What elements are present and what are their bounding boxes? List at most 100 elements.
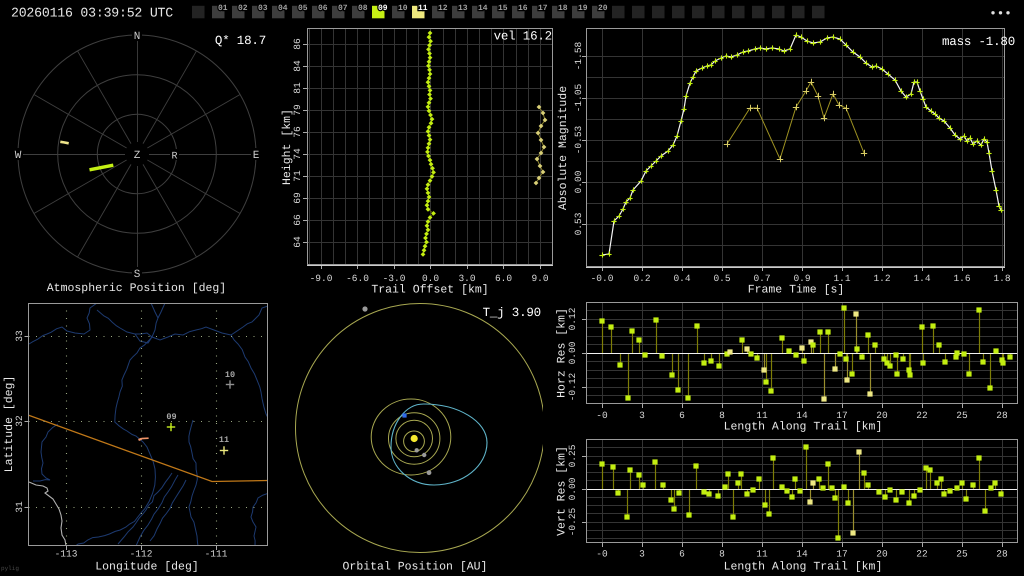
svg-text:20260116 03:39:52 UTC: 20260116 03:39:52 UTC	[11, 6, 173, 21]
svg-text:N: N	[134, 31, 141, 43]
svg-text:20: 20	[598, 4, 608, 13]
svg-text:02: 02	[238, 4, 248, 13]
svg-text:0.00: 0.00	[573, 170, 584, 193]
svg-text:6.0: 6.0	[495, 273, 512, 284]
svg-text:3: 3	[639, 410, 645, 421]
svg-text:8: 8	[719, 410, 725, 421]
svg-text:17: 17	[836, 549, 847, 560]
svg-text:12: 12	[438, 4, 448, 13]
svg-text:-0.53: -0.53	[573, 125, 584, 154]
svg-text:0.0: 0.0	[422, 273, 439, 284]
svg-text:1.1: 1.1	[833, 273, 850, 284]
svg-text:07: 07	[338, 4, 348, 13]
svg-text:3: 3	[639, 549, 645, 560]
svg-text:16: 16	[518, 4, 528, 13]
svg-text:-0.12: -0.12	[567, 372, 578, 401]
svg-text:-0: -0	[596, 410, 608, 421]
svg-text:11: 11	[219, 435, 229, 445]
svg-text:14: 14	[478, 4, 488, 13]
svg-text:T_j 3.90: T_j 3.90	[483, 306, 541, 320]
svg-text:28: 28	[996, 549, 1008, 560]
svg-text:0.9: 0.9	[793, 273, 810, 284]
svg-text:81: 81	[292, 82, 303, 94]
svg-text:6: 6	[679, 410, 685, 421]
svg-text:31: 31	[14, 501, 25, 513]
svg-text:8: 8	[719, 549, 725, 560]
svg-text:69: 69	[292, 192, 303, 204]
svg-text:Longitude [deg]: Longitude [deg]	[95, 561, 199, 574]
svg-text:20: 20	[876, 410, 888, 421]
svg-text:01: 01	[218, 4, 228, 13]
svg-text:-9.0: -9.0	[310, 273, 333, 284]
svg-text:13: 13	[458, 4, 468, 13]
svg-text:33: 33	[14, 330, 25, 342]
svg-text:20: 20	[876, 549, 888, 560]
svg-text:10: 10	[225, 370, 235, 380]
svg-text:-111: -111	[205, 549, 228, 560]
svg-text:pylig: pylig	[1, 565, 19, 572]
svg-text:0.00: 0.00	[567, 341, 578, 364]
svg-text:0.2: 0.2	[633, 273, 650, 284]
svg-text:-1.05: -1.05	[573, 83, 584, 112]
svg-text:14: 14	[796, 549, 808, 560]
svg-text:Length Along Trail [km]: Length Along Trail [km]	[724, 561, 883, 574]
svg-text:11: 11	[756, 410, 768, 421]
svg-text:-0.0: -0.0	[591, 273, 614, 284]
svg-text:Z: Z	[134, 150, 141, 162]
svg-text:Length Along Trail [km]: Length Along Trail [km]	[724, 421, 883, 434]
svg-text:15: 15	[498, 4, 508, 13]
svg-text:1.2: 1.2	[873, 273, 890, 284]
svg-text:84: 84	[292, 60, 303, 72]
svg-text:11: 11	[418, 4, 428, 13]
svg-text:66: 66	[292, 214, 303, 226]
svg-text:-0: -0	[596, 549, 608, 560]
svg-text:-6.0: -6.0	[346, 273, 369, 284]
svg-text:04: 04	[278, 4, 288, 13]
svg-text:Trail Offset [km]: Trail Offset [km]	[371, 284, 488, 297]
svg-text:22: 22	[916, 549, 928, 560]
svg-text:09: 09	[166, 412, 176, 422]
svg-text:05: 05	[298, 4, 308, 13]
svg-text:25: 25	[956, 410, 968, 421]
svg-text:08: 08	[358, 4, 368, 13]
svg-text:86: 86	[292, 38, 303, 50]
svg-text:0.7: 0.7	[753, 273, 770, 284]
svg-text:25: 25	[956, 549, 968, 560]
svg-text:64: 64	[292, 236, 303, 248]
svg-text:-0.25: -0.25	[567, 507, 578, 536]
svg-text:1.4: 1.4	[913, 273, 930, 284]
svg-text:W: W	[15, 150, 22, 162]
svg-text:Latitude [deg]: Latitude [deg]	[3, 376, 16, 473]
svg-text:0.12: 0.12	[567, 307, 578, 330]
svg-text:11: 11	[756, 549, 768, 560]
svg-text:0.5: 0.5	[713, 273, 730, 284]
svg-text:28: 28	[996, 410, 1008, 421]
svg-text:0.4: 0.4	[673, 273, 690, 284]
svg-text:19: 19	[578, 4, 588, 13]
svg-text:Q* 18.7: Q* 18.7	[215, 34, 266, 48]
svg-text:18: 18	[558, 4, 568, 13]
svg-text:22: 22	[916, 410, 928, 421]
svg-text:Orbital Position [AU]: Orbital Position [AU]	[343, 561, 488, 574]
svg-text:14: 14	[796, 410, 808, 421]
svg-text:6: 6	[679, 549, 685, 560]
svg-text:17: 17	[836, 410, 847, 421]
svg-text:-1.58: -1.58	[573, 41, 584, 70]
svg-text:-113: -113	[55, 549, 78, 560]
svg-text:09: 09	[378, 4, 388, 13]
svg-text:-112: -112	[130, 549, 153, 560]
svg-text:mass -1.80: mass -1.80	[942, 35, 1015, 49]
svg-text:0.00: 0.00	[567, 477, 578, 500]
svg-text:0.53: 0.53	[573, 212, 584, 235]
svg-text:Vert Res [km]: Vert Res [km]	[556, 446, 569, 536]
svg-text:Atmospheric Position [deg]: Atmospheric Position [deg]	[47, 282, 226, 295]
svg-text:-3.0: -3.0	[383, 273, 406, 284]
svg-text:9.0: 9.0	[531, 273, 548, 284]
svg-text:3.0: 3.0	[458, 273, 475, 284]
svg-text:Absolute Magnitude: Absolute Magnitude	[557, 86, 570, 210]
svg-text:03: 03	[258, 4, 268, 13]
svg-text:Frame Time [s]: Frame Time [s]	[748, 284, 845, 297]
svg-text:0.25: 0.25	[567, 444, 578, 467]
svg-text:E: E	[253, 150, 260, 162]
svg-text:Horz Res [km]: Horz Res [km]	[556, 308, 569, 398]
